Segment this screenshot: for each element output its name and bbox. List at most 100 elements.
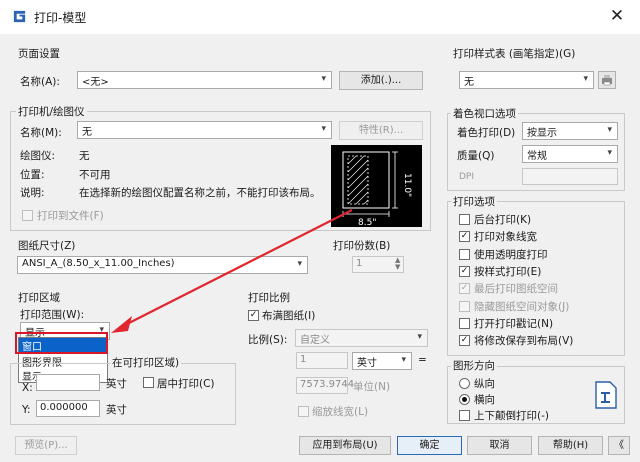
offset-y-input[interactable]: 0.000000 — [36, 400, 100, 417]
printer-properties-button[interactable]: 特性(R)... — [339, 121, 423, 140]
plot-style-value: 无 — [464, 77, 474, 88]
paper-preview: 11.0" 8.5" — [331, 145, 422, 228]
window-title: 打印-模型 — [34, 11, 87, 25]
paper-size-combo[interactable]: ANSI_A_(8.50_x_11.00_Inches) ▾ — [17, 256, 308, 274]
offset-x-label: X: — [22, 382, 33, 394]
plot-option-label: 将修改保存到布局(V) — [474, 335, 574, 348]
plot-options-legend: 打印选项 — [451, 194, 497, 209]
shade-plot-label: 着色打印(D) — [457, 127, 516, 139]
copies-legend: 打印份数(B) — [331, 238, 393, 253]
print-to-file-label: 打印到文件(F) — [37, 210, 104, 222]
plot-option-label: 使用透明度打印 — [474, 248, 548, 261]
plot-option-checkbox[interactable]: ✓ — [459, 335, 470, 347]
plot-range-label: 打印范围(W): — [20, 309, 85, 321]
scale-numerator-input[interactable]: 1 — [296, 352, 348, 369]
page-setup-legend: 页面设置 — [16, 46, 62, 61]
plot-option-checkbox[interactable]: ✓ — [459, 231, 470, 243]
plot-option-label: 按样式打印(E) — [474, 265, 542, 278]
plot-option-checkbox[interactable]: ✓ — [459, 283, 470, 295]
location-value: 不可用 — [79, 169, 111, 181]
shade-plot-value: 按显示 — [527, 128, 557, 139]
chevron-down-icon: ▾ — [607, 148, 612, 158]
paper-size-value: ANSI_A_(8.50_x_11.00_Inches) — [22, 258, 175, 269]
apply-to-layout-button[interactable]: 应用到布局(U) — [299, 436, 391, 455]
scale-unit-combo[interactable]: 英寸 ▾ — [352, 352, 412, 370]
chevron-down-icon: ▾ — [297, 259, 302, 269]
chevron-down-icon: ▾ — [417, 332, 422, 342]
landscape-page-icon — [595, 381, 617, 409]
description-value: 在选择新的绘图仪配置名称之前，不能打印该布局。 — [79, 187, 321, 199]
fit-to-paper-checkbox[interactable]: ✓ — [248, 310, 259, 321]
copies-spinner-icon[interactable]: ▲ ▼ — [395, 257, 400, 271]
close-icon[interactable]: ✕ — [606, 5, 628, 27]
plot-option-label: 隐藏图纸空间对象(J) — [474, 300, 570, 313]
description-label: 说明: — [20, 187, 45, 199]
portrait-label: 纵向 — [474, 378, 495, 390]
page-setup-name-value: <无> — [82, 77, 109, 88]
page-setup-name-label: 名称(A): — [20, 76, 60, 88]
orientation-legend: 图形方向 — [451, 358, 497, 373]
shaded-legend: 着色视口选项 — [451, 106, 518, 121]
center-plot-checkbox[interactable] — [143, 377, 154, 388]
plot-style-legend: 打印样式表 (画笔指定)(G) — [451, 46, 578, 61]
collapse-button[interactable]: 《 — [608, 436, 630, 455]
chevron-down-icon: ▾ — [583, 74, 588, 84]
plot-option-checkbox[interactable] — [459, 300, 470, 312]
scale-denominator-input[interactable]: 7573.9744 — [296, 377, 354, 394]
location-label: 位置: — [20, 169, 45, 181]
scale-units-label: 单位(N) — [353, 381, 391, 393]
shade-plot-combo[interactable]: 按显示 ▾ — [522, 122, 618, 140]
scale-combo[interactable]: 自定义 ▾ — [295, 329, 428, 347]
plot-option-checkbox[interactable] — [459, 214, 470, 225]
preview-button[interactable]: 预览(P)... — [15, 436, 77, 455]
quality-value: 常规 — [527, 151, 547, 162]
help-button[interactable]: 帮助(H) — [538, 436, 603, 455]
plot-offset-legend: 在可打印区域) — [110, 355, 182, 370]
scale-value: 自定义 — [300, 335, 330, 346]
plot-style-combo[interactable]: 无 ▾ — [459, 71, 594, 89]
upside-down-label: 上下颠倒打印(-) — [474, 410, 549, 422]
chevron-down-icon: ▾ — [401, 355, 406, 365]
plot-option-checkbox[interactable] — [459, 248, 470, 260]
cancel-button[interactable]: 取消 — [467, 436, 532, 455]
printer-name-combo[interactable]: 无 ▾ — [77, 121, 332, 139]
printer-name-label: 名称(M): — [20, 127, 62, 139]
scale-unit-value: 英寸 — [357, 358, 377, 369]
plotter-label: 绘图仪: — [20, 150, 56, 162]
page-setup-name-combo[interactable]: <无> ▾ — [77, 71, 332, 89]
plot-option-label: 后台打印(K) — [474, 214, 532, 226]
plot-option-label: 打开打印戳记(N) — [474, 317, 554, 330]
dpi-input[interactable] — [522, 168, 618, 185]
scale-lineweights-checkbox[interactable] — [298, 406, 309, 417]
edit-plot-style-button[interactable] — [598, 71, 616, 89]
scale-lineweights-label: 缩放线宽(L) — [312, 406, 369, 418]
fit-to-paper-label: 布满图纸(I) — [262, 310, 316, 322]
printer-name-value: 无 — [82, 127, 92, 138]
dpi-label: DPI — [459, 172, 475, 182]
quality-label: 质量(Q) — [457, 150, 495, 162]
plot-option-checkbox[interactable]: ✓ — [459, 265, 470, 277]
offset-y-unit: 英寸 — [106, 404, 127, 416]
plot-option-checkbox[interactable] — [459, 317, 470, 329]
offset-x-unit: 英寸 — [106, 378, 127, 390]
title-bar: 打印-模型 ✕ — [0, 0, 640, 34]
print-to-file-checkbox[interactable] — [22, 210, 33, 221]
ok-button[interactable]: 确定 — [397, 436, 462, 455]
printer-legend: 打印机/绘图仪 — [16, 104, 87, 119]
chevron-down-icon: ▾ — [321, 74, 326, 84]
landscape-radio[interactable] — [459, 394, 470, 405]
scale-label: 比例(S): — [248, 334, 288, 346]
offset-x-input[interactable] — [36, 374, 100, 391]
highlight-box — [15, 332, 108, 354]
plot-option-label: 打印对象线宽 — [474, 231, 537, 244]
add-page-setup-button[interactable]: 添加(.)... — [339, 71, 423, 90]
portrait-radio[interactable] — [459, 378, 470, 389]
printer-icon — [602, 75, 612, 86]
upside-down-checkbox[interactable] — [459, 410, 470, 421]
plotter-value: 无 — [79, 150, 90, 162]
landscape-label: 横向 — [474, 394, 495, 406]
preview-height-label: 11.0" — [402, 173, 412, 197]
chevron-down-icon: ▾ — [321, 124, 326, 134]
quality-combo[interactable]: 常规 ▾ — [522, 145, 618, 163]
paper-preview-graphic: 11.0" 8.5" — [342, 151, 412, 228]
